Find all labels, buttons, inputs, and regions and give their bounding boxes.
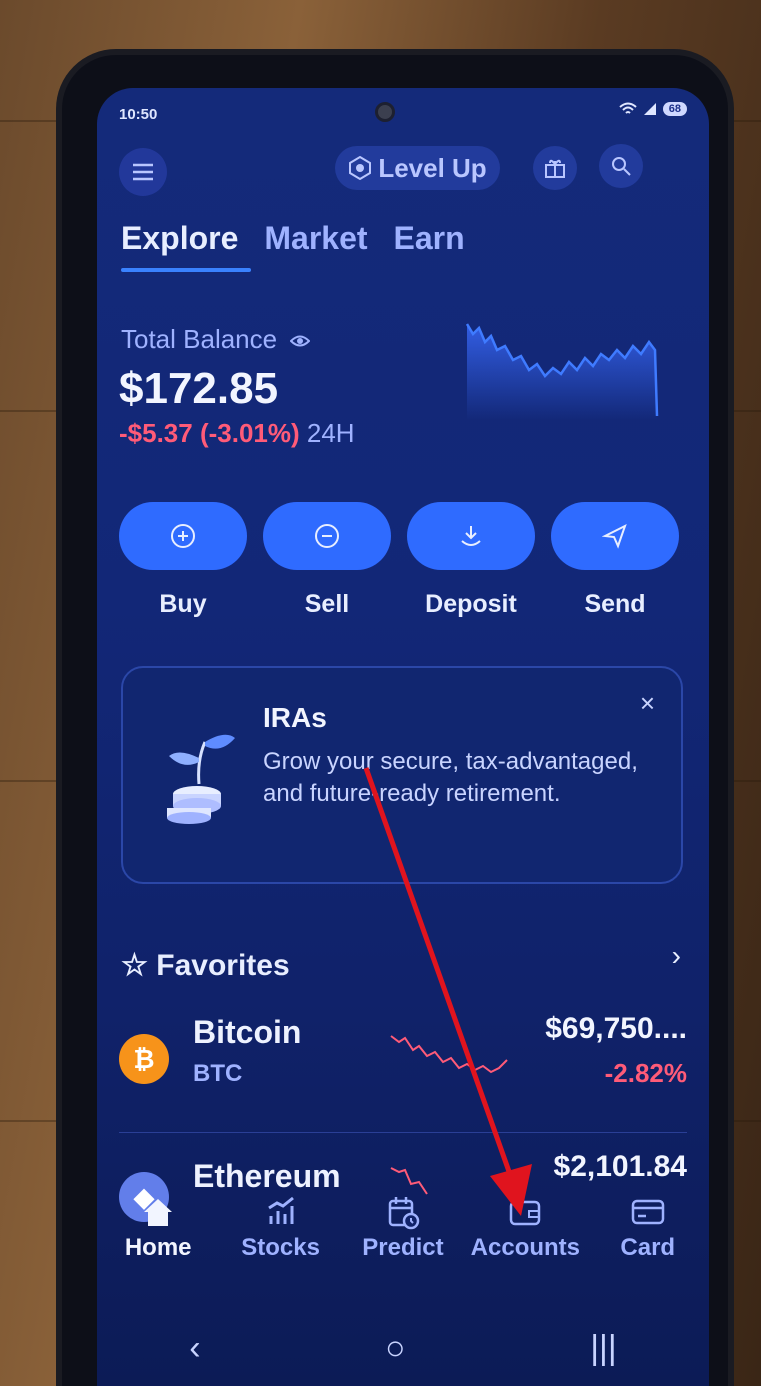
annotation-arrow xyxy=(363,767,532,1216)
photo-background: 10:50 68 Level Up Explore Market Earn To… xyxy=(0,0,761,1386)
